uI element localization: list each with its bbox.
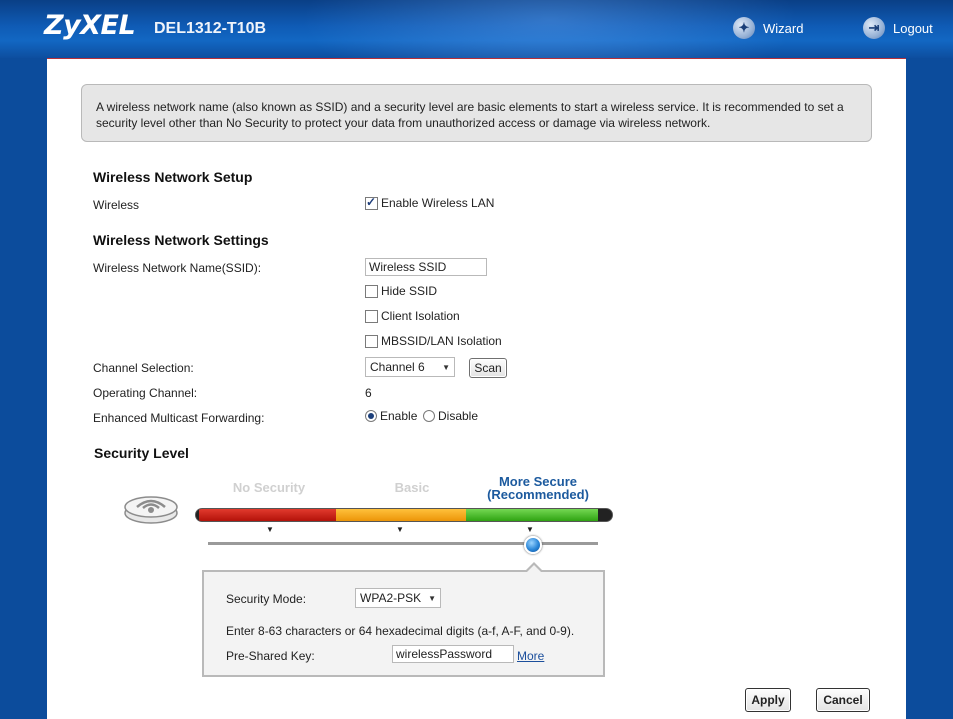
mbssid-checkbox[interactable] (365, 334, 378, 348)
bar-segment-more-secure (466, 509, 598, 521)
hide-ssid-checkbox[interactable] (365, 284, 378, 298)
tick-more-secure-icon: ▼ (526, 525, 534, 534)
wireless-router-icon (124, 496, 178, 524)
security-section-title: Security Level (94, 445, 189, 461)
client-isolation-label: Client Isolation (381, 309, 460, 323)
operating-channel-value: 6 (365, 386, 372, 400)
setup-section-title: Wireless Network Setup (93, 169, 253, 185)
chevron-down-icon: ▼ (442, 362, 450, 372)
wireless-label: Wireless (93, 198, 140, 212)
multicast-enable-label: Enable (380, 409, 418, 423)
mbssid-label: MBSSID/LAN Isolation (381, 334, 502, 348)
wizard-icon: ✦ (733, 17, 755, 39)
psk-input[interactable] (392, 645, 514, 663)
multicast-disable-label: Disable (438, 409, 479, 423)
psk-label: Pre-Shared Key: (226, 649, 315, 663)
channel-select[interactable]: Channel 6 ▼ (365, 357, 455, 377)
level-no-security[interactable]: No Security (217, 480, 321, 495)
top-banner: ZyXEL DEL1312-T10B ✦ Wizard ⇥ Logout (0, 0, 953, 58)
main-panel: A wireless network name (also known as S… (47, 58, 906, 719)
hide-ssid-label: Hide SSID (381, 284, 438, 298)
brand-logo: ZyXEL (44, 10, 136, 41)
security-mode-value: WPA2-PSK (360, 591, 422, 605)
ssid-input[interactable] (365, 258, 487, 276)
channel-label: Channel Selection: (93, 361, 194, 375)
enable-wlan-checkbox[interactable] (365, 195, 378, 210)
channel-value: Channel 6 (370, 360, 425, 374)
tick-no-security-icon: ▼ (266, 525, 274, 534)
settings-section-title: Wireless Network Settings (93, 232, 269, 248)
tick-basic-icon: ▼ (396, 525, 404, 534)
level-recommended-label: (Recommended) (487, 487, 589, 502)
model-name: DEL1312-T10B (154, 20, 267, 37)
client-isolation-option[interactable]: Client Isolation (365, 309, 460, 323)
chevron-down-icon: ▼ (428, 593, 436, 603)
logout-icon: ⇥ (863, 17, 885, 39)
multicast-enable-option[interactable]: Enable (365, 409, 417, 423)
security-settings-box: Security Mode: WPA2-PSK ▼ Enter 8-63 cha… (202, 570, 605, 677)
wizard-label: Wizard (763, 20, 804, 36)
multicast-disable-option[interactable]: Disable (423, 409, 478, 423)
bar-segment-basic (336, 509, 466, 521)
info-box: A wireless network name (also known as S… (81, 84, 872, 142)
bar-segment-no-security (199, 509, 336, 521)
security-mode-label: Security Mode: (226, 592, 307, 606)
apply-button[interactable]: Apply (745, 688, 791, 712)
more-link[interactable]: More (517, 649, 544, 663)
enable-wlan-label: Enable Wireless LAN (381, 196, 495, 210)
operating-channel-label: Operating Channel: (93, 386, 198, 400)
level-more-secure[interactable]: More Secure (Recommended) (477, 474, 599, 502)
bar-cap-right (598, 509, 612, 521)
wizard-link[interactable]: ✦ Wizard (733, 17, 803, 39)
logout-link[interactable]: ⇥ Logout (863, 17, 933, 39)
multicast-label: Enhanced Multicast Forwarding: (93, 411, 265, 425)
popover-notch-inner (527, 565, 541, 572)
ssid-label: Wireless Network Name(SSID): (93, 261, 262, 275)
hide-ssid-option[interactable]: Hide SSID (365, 284, 437, 298)
security-slider-handle[interactable] (524, 536, 542, 554)
security-mode-select[interactable]: WPA2-PSK ▼ (355, 588, 441, 608)
cancel-button[interactable]: Cancel (816, 688, 870, 712)
level-basic[interactable]: Basic (377, 480, 447, 495)
logout-label: Logout (893, 20, 933, 36)
banner-glow (300, 0, 800, 58)
security-level-bar (195, 508, 613, 522)
mbssid-option[interactable]: MBSSID/LAN Isolation (365, 334, 502, 348)
client-isolation-checkbox[interactable] (365, 309, 378, 323)
multicast-disable-radio[interactable] (423, 410, 435, 422)
enable-wlan-option[interactable]: Enable Wireless LAN (365, 195, 495, 210)
psk-hint: Enter 8-63 characters or 64 hexadecimal … (226, 624, 575, 638)
multicast-enable-radio[interactable] (365, 410, 377, 422)
scan-button[interactable]: Scan (469, 358, 507, 378)
